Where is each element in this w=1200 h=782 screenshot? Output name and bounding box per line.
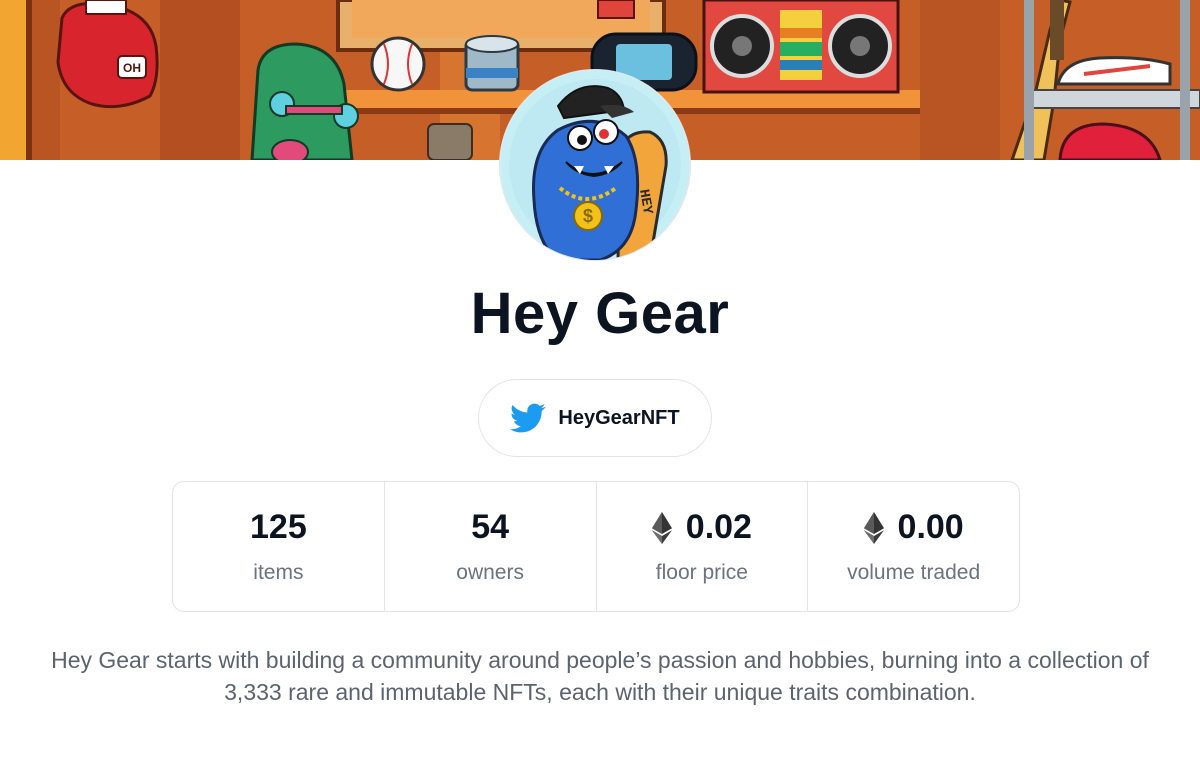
collection-stats: 125 items 54 owners 0.02 floor price 0.0… bbox=[172, 481, 1020, 612]
ethereum-icon bbox=[863, 511, 884, 544]
glove-text: OH bbox=[123, 61, 141, 75]
stat-volume-traded-label: volume traded bbox=[847, 561, 981, 584]
twitter-link-button[interactable]: HeyGearNFT bbox=[478, 379, 712, 457]
stat-owners: 54 owners bbox=[385, 482, 597, 611]
twitter-handle: HeyGearNFT bbox=[558, 406, 680, 429]
stat-items-value: 125 bbox=[250, 508, 307, 546]
stat-items: 125 items bbox=[173, 482, 385, 611]
stat-floor-price: 0.02 floor price bbox=[597, 482, 809, 611]
twitter-icon bbox=[510, 400, 546, 436]
collection-title: Hey Gear bbox=[470, 281, 730, 346]
stat-owners-value: 54 bbox=[471, 508, 510, 546]
svg-text:$: $ bbox=[583, 206, 593, 226]
ethereum-icon bbox=[651, 511, 672, 544]
stat-volume-traded: 0.00 volume traded bbox=[808, 482, 1019, 611]
stat-floor-price-label: floor price bbox=[655, 561, 748, 584]
collection-avatar: HEY $ bbox=[500, 70, 690, 260]
stat-owners-label: owners bbox=[456, 561, 524, 584]
stat-floor-price-value: 0.02 bbox=[685, 508, 752, 546]
stat-volume-traded-value: 0.00 bbox=[897, 508, 964, 546]
stat-items-label: items bbox=[253, 561, 304, 584]
collection-description: Hey Gear starts with building a communit… bbox=[51, 647, 1149, 705]
